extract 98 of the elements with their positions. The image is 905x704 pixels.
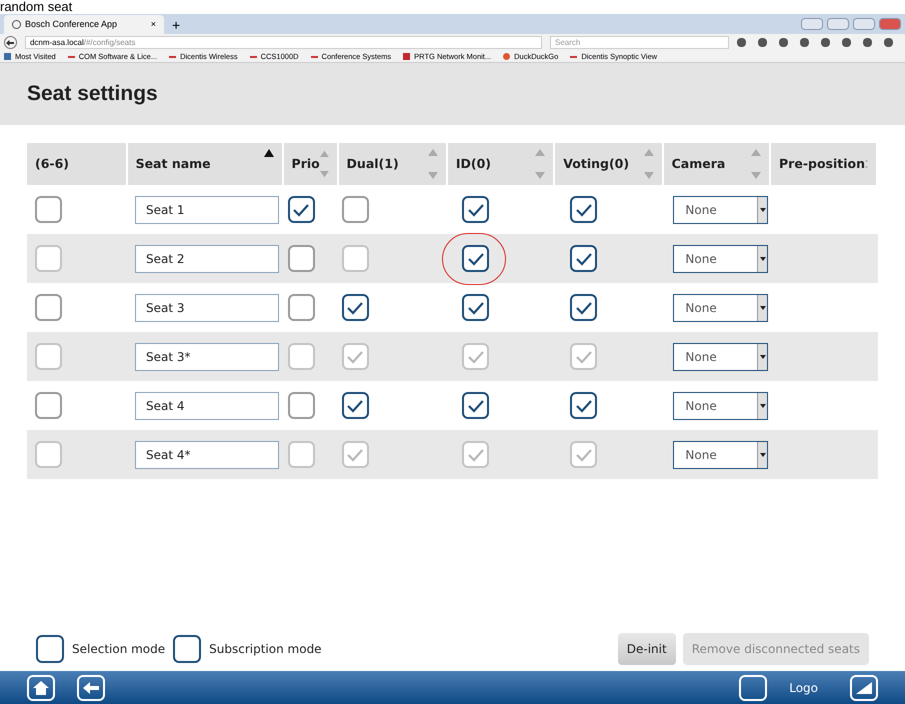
folder-icon (4, 53, 11, 60)
checkmark-icon (466, 300, 485, 314)
checkbox[interactable] (35, 392, 62, 419)
home-button[interactable] (27, 674, 55, 700)
window-restore-button[interactable] (801, 18, 823, 30)
tab-favicon-icon (12, 20, 21, 29)
checkmark-icon (574, 350, 593, 364)
browser-tab[interactable]: Bosch Conference App × (4, 15, 164, 34)
column-header: Dual(1) (346, 154, 399, 173)
checkbox[interactable] (288, 245, 315, 272)
checkmark-icon (574, 398, 593, 412)
checkbox[interactable] (35, 294, 62, 321)
new-tab-button[interactable]: + (168, 16, 184, 34)
dropdown-caret-icon (757, 392, 768, 418)
action-button[interactable]: De-init (618, 632, 676, 664)
checkbox[interactable] (462, 245, 490, 272)
checkmark-icon (466, 398, 485, 412)
arrow-left-icon (6, 40, 14, 46)
dropdown-caret-icon (757, 442, 768, 468)
seat-name-field[interactable]: Seat 3 (135, 294, 280, 322)
checkbox[interactable] (570, 392, 598, 419)
tab-title: Bosch Conference App (25, 18, 118, 31)
checkbox[interactable] (288, 294, 315, 321)
checkbox[interactable] (570, 245, 598, 272)
checkbox[interactable] (342, 392, 369, 419)
checkbox[interactable] (35, 196, 62, 223)
search-placeholder: Search (554, 36, 580, 48)
sort-icon[interactable] (644, 149, 654, 179)
column-header: Voting(0) (563, 154, 630, 173)
window-minimize-button[interactable] (827, 18, 849, 30)
dash-icon (570, 56, 578, 58)
resize-button[interactable] (850, 674, 878, 700)
checkmark-icon (466, 252, 485, 266)
camera-select[interactable]: None (673, 196, 768, 224)
column-header: Camera (672, 154, 726, 173)
dropdown-caret-icon (757, 196, 768, 222)
prtg-icon (403, 53, 410, 60)
dropdown-caret-icon (757, 344, 768, 370)
checkmark-icon (574, 448, 593, 462)
checkbox[interactable] (342, 294, 369, 321)
checkmark-icon (346, 300, 364, 314)
duck-icon (503, 53, 510, 60)
seat-name-field[interactable]: Seat 2 (135, 244, 280, 272)
checkbox[interactable] (288, 392, 315, 419)
dash-icon (310, 56, 318, 58)
url-text: dcnm-asa.local/#/config/seats (30, 36, 136, 48)
address-bar[interactable]: dcnm-asa.local/#/config/seats (24, 36, 542, 49)
column-header: Prio (292, 154, 320, 173)
dash-icon (169, 56, 176, 58)
sort-icon[interactable] (751, 149, 762, 179)
corner-triangle-icon (856, 682, 872, 694)
checkbox[interactable] (36, 634, 64, 662)
sort-icon[interactable] (535, 149, 546, 179)
logo-frame (739, 674, 768, 700)
mode-label: Subscription mode (209, 640, 322, 658)
checkmark-icon (466, 448, 485, 462)
checkmark-icon (292, 202, 310, 216)
checkbox[interactable] (462, 196, 490, 223)
caption-text: random seat (0, 0, 72, 14)
checkbox[interactable] (288, 196, 315, 223)
checkmark-icon (574, 300, 593, 314)
camera-select[interactable]: None (673, 294, 768, 322)
arrow-left-icon (83, 682, 99, 694)
column-header: ID(0) (456, 154, 492, 173)
checkbox[interactable] (342, 196, 369, 223)
checkbox[interactable] (570, 294, 598, 321)
dash-icon (68, 56, 75, 58)
checkbox[interactable] (570, 196, 598, 223)
window-maximize-button[interactable] (853, 18, 875, 30)
dropdown-caret-icon (757, 294, 768, 320)
seat-name-field[interactable]: Seat 4 (135, 392, 280, 420)
checkbox[interactable] (462, 294, 490, 321)
dropdown-caret-icon (757, 246, 768, 272)
checkbox[interactable] (462, 392, 490, 419)
checkmark-icon (466, 350, 485, 364)
camera-select[interactable]: None (673, 244, 768, 272)
column-header: Pre-position (779, 154, 866, 173)
checkmark-icon (466, 202, 485, 216)
mode-label: Selection mode (72, 640, 166, 658)
page-title: Seat settings (27, 81, 158, 108)
dash-icon (250, 56, 257, 58)
logo-text: Logo (789, 680, 818, 696)
sort-icon[interactable] (428, 149, 438, 179)
column-header: Seat name (136, 154, 211, 173)
checkmark-icon (346, 448, 364, 462)
back-nav-button[interactable] (77, 674, 105, 700)
camera-select[interactable]: None (673, 392, 768, 420)
checkmark-icon (346, 398, 364, 412)
tab-close-button[interactable]: × (150, 18, 156, 32)
sort-icon[interactable] (320, 149, 329, 179)
back-button[interactable] (4, 36, 17, 49)
seat-name-field[interactable]: Seat 1 (135, 196, 280, 224)
checkmark-icon (346, 350, 364, 364)
checkmark-icon (574, 252, 593, 266)
checkmark-icon (574, 202, 593, 216)
column-header: (6-6) (35, 154, 70, 173)
window-close-button[interactable] (879, 18, 901, 30)
checkbox[interactable] (173, 634, 202, 662)
